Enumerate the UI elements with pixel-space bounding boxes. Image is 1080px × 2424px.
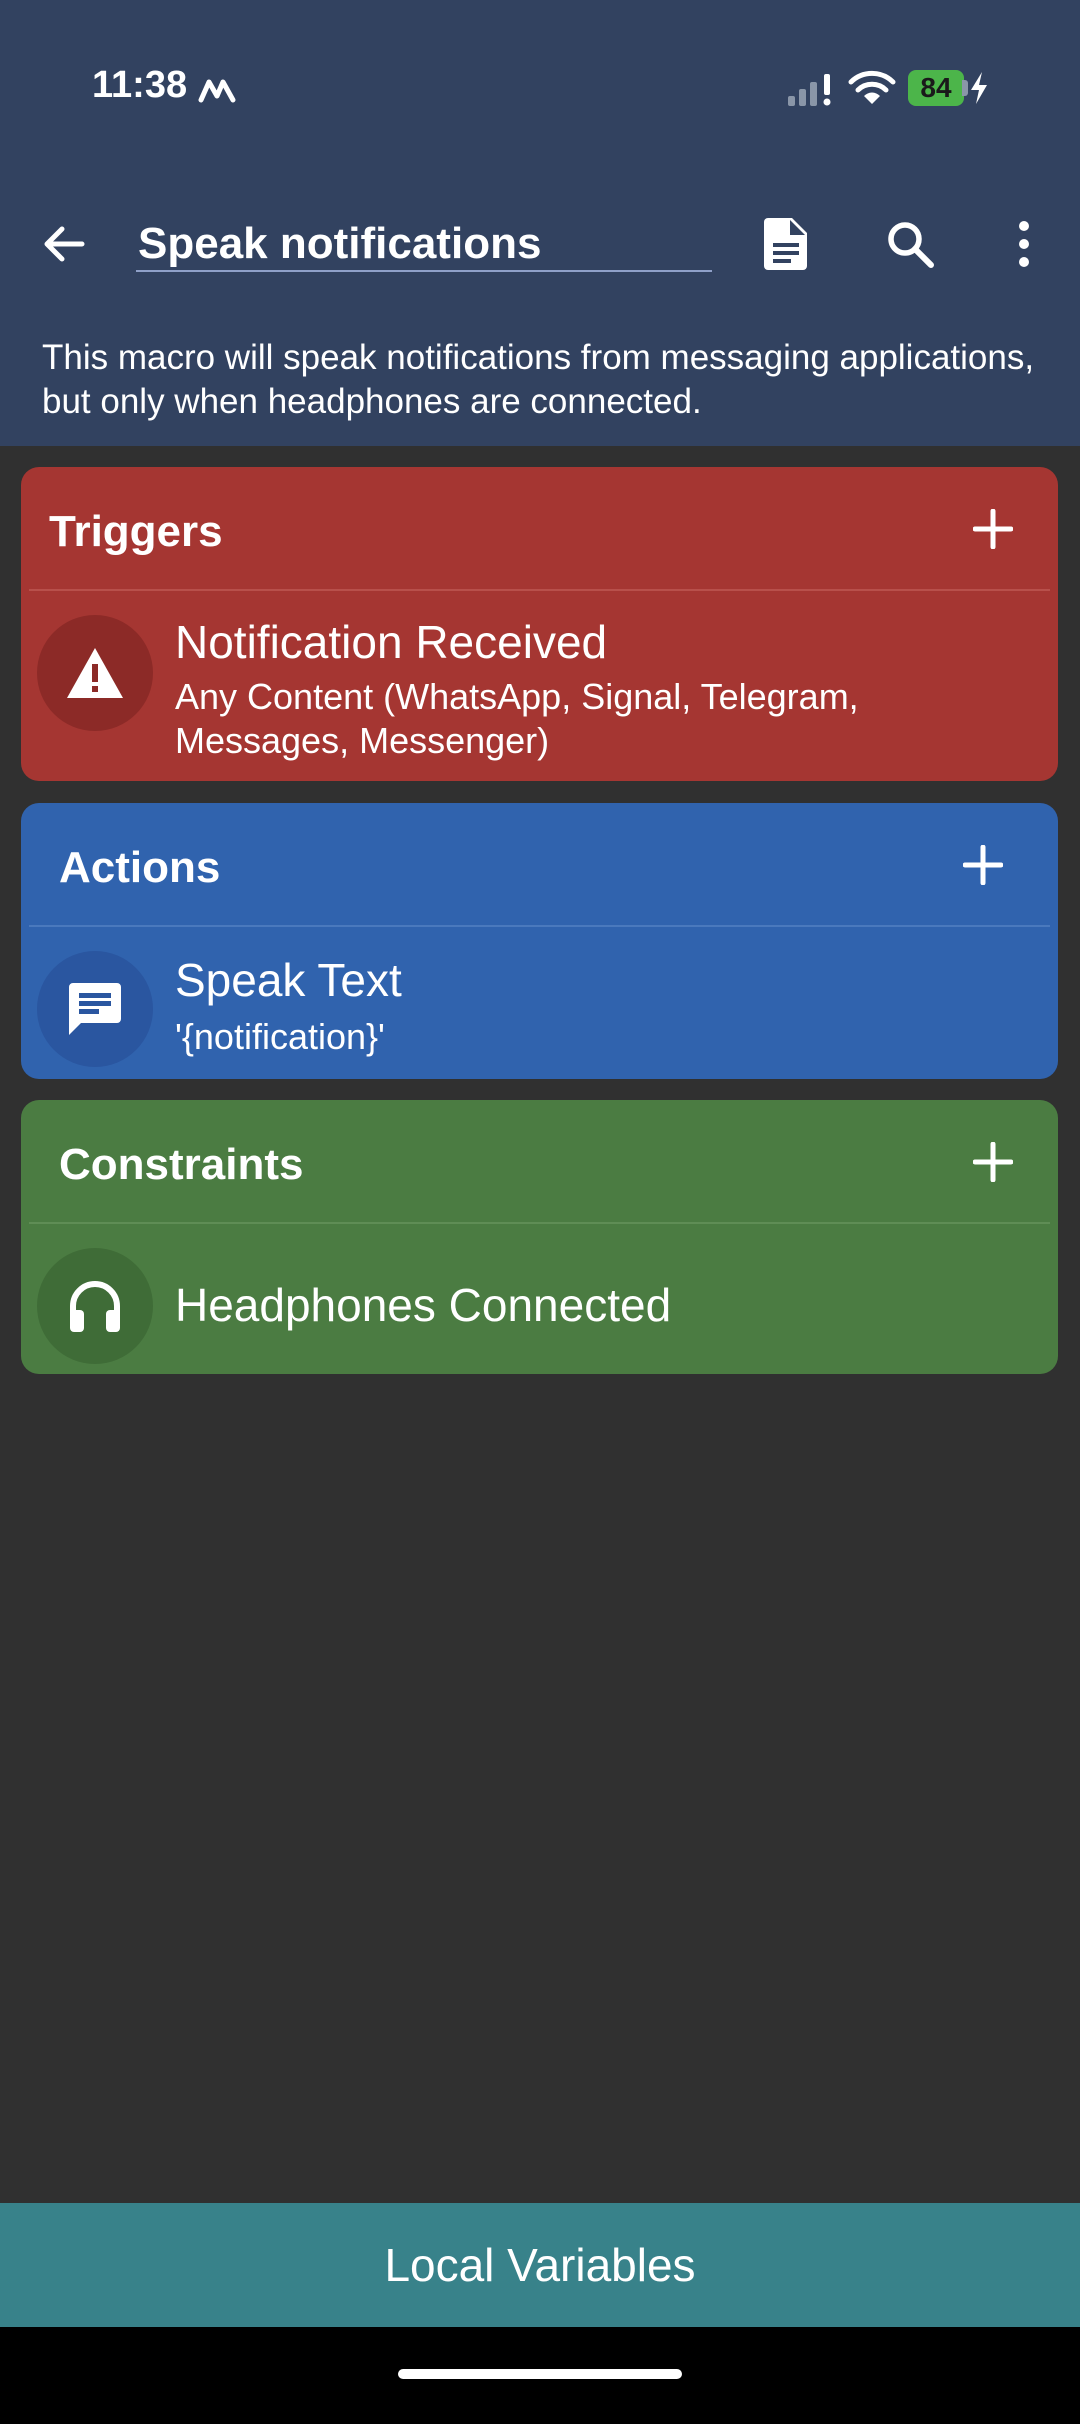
warning-icon	[67, 648, 123, 698]
triggers-section: Triggers Notification Received Any Conte…	[21, 467, 1058, 781]
plus-icon	[973, 1142, 1013, 1182]
triggers-title: Triggers	[49, 507, 223, 556]
status-bar: 11:38 84	[0, 0, 1080, 175]
actions-header: Actions	[21, 803, 1058, 927]
constraints-section: Constraints Headphones Connected	[21, 1100, 1058, 1374]
chat-message-icon	[69, 983, 121, 1035]
cellular-signal-icon	[788, 74, 831, 106]
description-button[interactable]	[754, 212, 818, 276]
headphones-icon	[70, 1281, 120, 1332]
more-vertical-icon	[1019, 221, 1029, 267]
add-trigger-button[interactable]	[961, 497, 1025, 561]
document-icon	[764, 218, 807, 270]
plus-icon	[963, 845, 1003, 885]
charging-bolt-icon	[971, 72, 987, 104]
system-nav-bar	[0, 2327, 1080, 2424]
action-title: Speak Text	[175, 954, 402, 1006]
back-button[interactable]	[32, 212, 96, 276]
toolbar: Speak notifications	[0, 190, 1080, 300]
constraints-header: Constraints	[21, 1100, 1058, 1224]
search-icon	[888, 222, 934, 268]
macro-description[interactable]: This macro will speak notifications from…	[42, 336, 1042, 424]
action-item[interactable]: Speak Text '{notification}'	[21, 927, 1058, 1079]
triggers-header: Triggers	[21, 467, 1058, 591]
trigger-icon-badge	[37, 615, 153, 731]
macrodroid-logo-icon	[198, 79, 236, 103]
battery-indicator: 84	[908, 70, 964, 106]
macro-name-field[interactable]: Speak notifications	[136, 218, 712, 272]
action-icon-badge	[37, 951, 153, 1067]
local-variables-button[interactable]: Local Variables	[0, 2203, 1080, 2327]
wifi-icon	[848, 70, 896, 104]
app-header: 11:38 84 Speak notifications This macro …	[0, 0, 1080, 446]
add-action-button[interactable]	[951, 833, 1015, 897]
actions-title: Actions	[59, 843, 221, 892]
trigger-item[interactable]: Notification Received Any Content (Whats…	[21, 591, 1058, 781]
arrow-back-icon	[44, 226, 85, 262]
home-indicator[interactable]	[398, 2369, 682, 2379]
overflow-menu-button[interactable]	[1000, 212, 1048, 276]
trigger-subtitle: Any Content (WhatsApp, Signal, Telegram,…	[175, 676, 859, 761]
search-button[interactable]	[878, 212, 942, 276]
status-time: 11:38	[92, 64, 188, 106]
constraint-icon-badge	[37, 1248, 153, 1364]
action-subtitle: '{notification}'	[175, 1016, 385, 1057]
constraint-title: Headphones Connected	[175, 1279, 672, 1331]
constraint-item[interactable]: Headphones Connected	[21, 1224, 1058, 1374]
actions-section: Actions Speak Text '{notification}'	[21, 803, 1058, 1079]
constraints-title: Constraints	[59, 1140, 304, 1189]
trigger-title: Notification Received	[175, 616, 608, 668]
add-constraint-button[interactable]	[961, 1130, 1025, 1194]
plus-icon	[973, 509, 1013, 549]
